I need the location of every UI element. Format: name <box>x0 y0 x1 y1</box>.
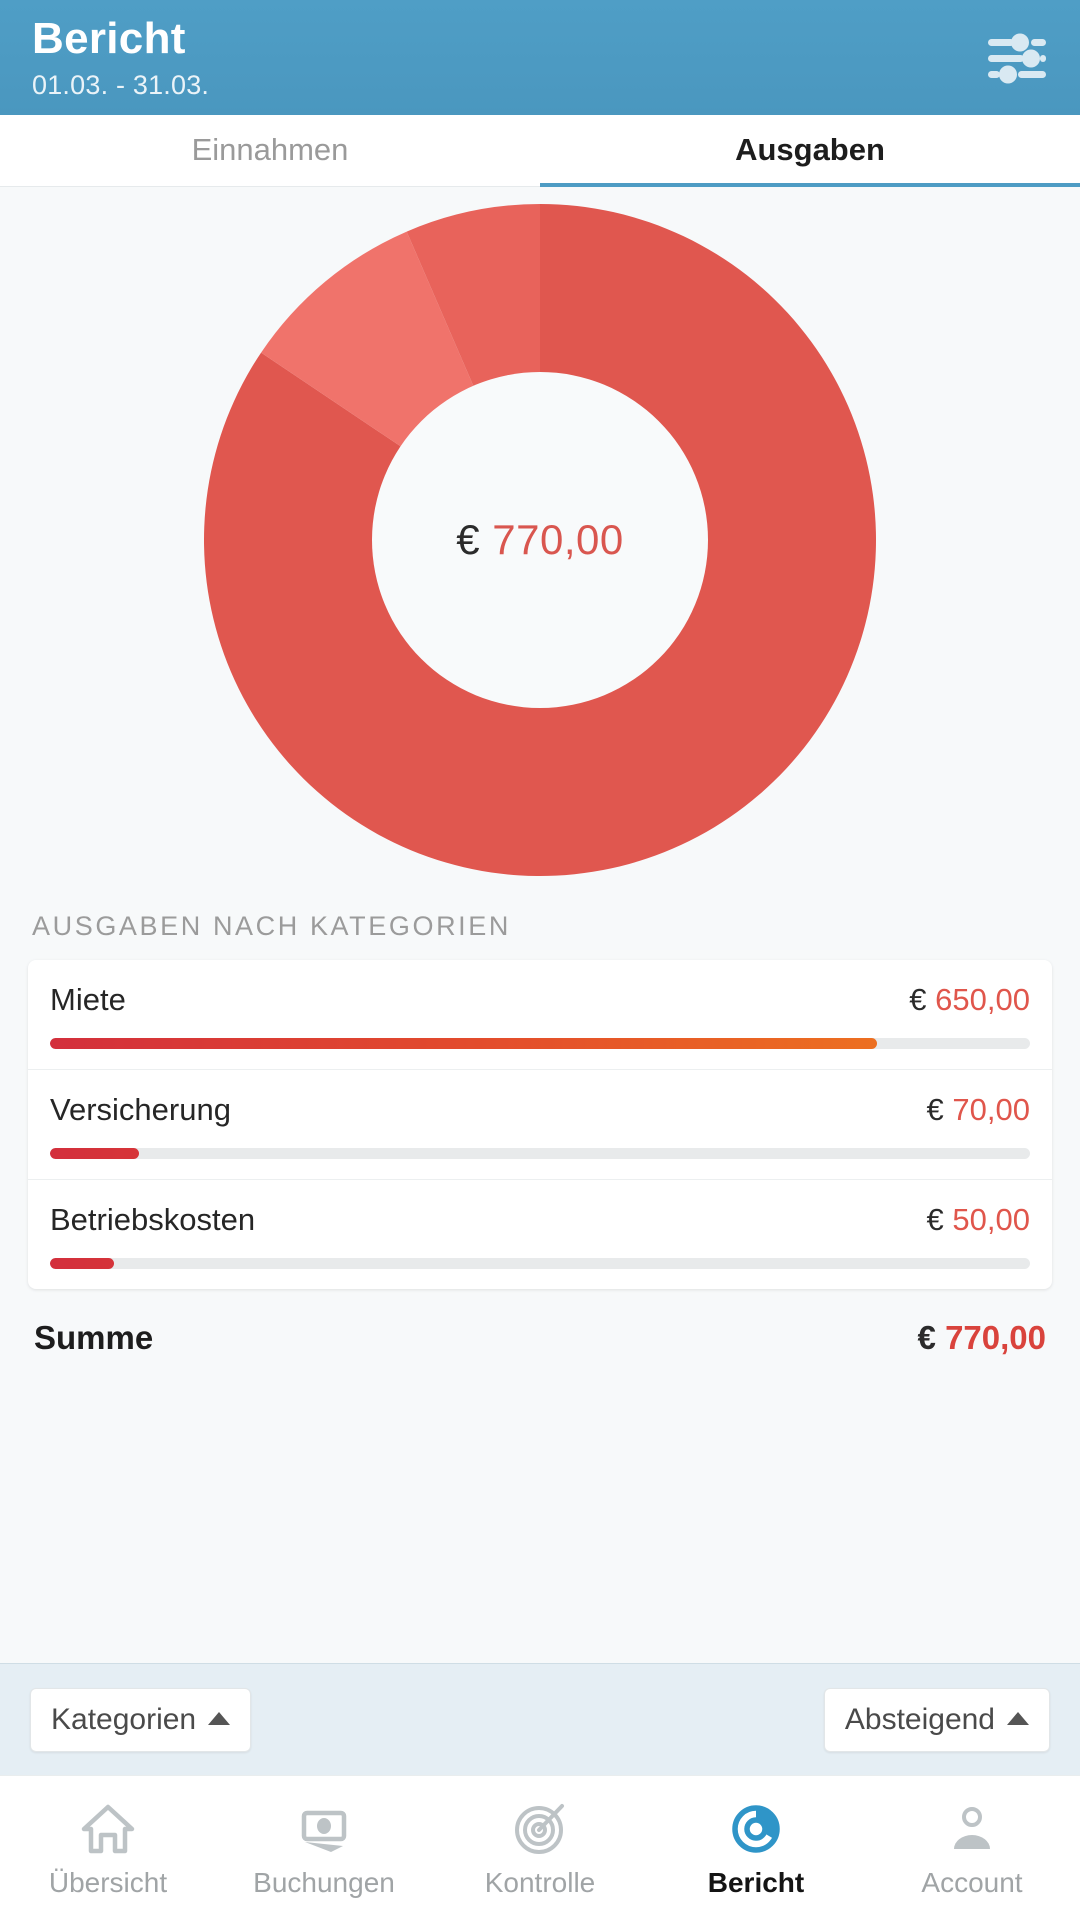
table-row[interactable]: Miete € 650,00 <box>28 960 1052 1069</box>
caret-up-icon <box>1007 1711 1029 1725</box>
nav-label-kontrolle: Kontrolle <box>484 1867 596 1898</box>
donut-svg <box>204 204 876 876</box>
table-row[interactable]: Versicherung € 70,00 <box>28 1069 1052 1179</box>
category-value: 650,00 <box>935 982 1030 1017</box>
nav-item-bericht[interactable]: Bericht <box>648 1797 864 1899</box>
sort-order-label: Absteigend <box>844 1702 995 1736</box>
category-progress-fill <box>50 1258 114 1269</box>
nav-label-bericht: Bericht <box>707 1867 805 1898</box>
category-name: Betriebskosten <box>50 1202 256 1237</box>
nav-item-kontrolle[interactable]: Kontrolle <box>432 1797 648 1899</box>
report-body: € 770,00 Ausgaben nach Kategorien Miete … <box>0 187 1080 1775</box>
group-by-label: Kategorien <box>51 1702 197 1736</box>
donut-hole <box>372 372 708 708</box>
tune-sliders-icon[interactable] <box>986 30 1048 88</box>
date-range-label: 01.03. - 31.03. <box>32 70 210 100</box>
total-value: 770,00 <box>945 1319 1046 1356</box>
category-name: Versicherung <box>50 1092 231 1127</box>
banknote-icon <box>296 1801 352 1857</box>
nav-label-account: Account <box>921 1867 1023 1898</box>
tab-einnahmen[interactable]: Einnahmen <box>0 115 540 186</box>
group-by-button[interactable]: Kategorien <box>30 1687 252 1752</box>
category-value: 50,00 <box>952 1202 1030 1237</box>
category-amount: € 70,00 <box>927 1092 1030 1128</box>
total-amount: € 770,00 <box>918 1319 1046 1357</box>
category-progress-track <box>50 1148 1030 1159</box>
category-name: Miete <box>50 982 126 1017</box>
table-row[interactable]: Betriebskosten € 50,00 <box>28 1179 1052 1289</box>
category-progress-fill <box>50 1148 140 1159</box>
caret-up-icon <box>208 1711 231 1725</box>
person-icon <box>944 1801 1000 1857</box>
category-amount: € 650,00 <box>909 982 1030 1018</box>
report-tabs: Einnahmen Ausgaben <box>0 115 1080 187</box>
total-row: Summe € 770,00 <box>0 1289 1080 1383</box>
tab-einnahmen-label: Einnahmen <box>191 131 349 167</box>
sort-order-button[interactable]: Absteigend <box>823 1687 1050 1752</box>
tab-ausgaben-label: Ausgaben <box>735 131 885 167</box>
donut-chart-icon <box>728 1801 784 1857</box>
category-value: 70,00 <box>952 1092 1030 1127</box>
category-currency: € <box>909 982 927 1017</box>
sort-toolbar: Kategorien Absteigend <box>0 1663 1080 1775</box>
category-row-header: Versicherung € 70,00 <box>50 1092 1030 1128</box>
app-header: Bericht 01.03. - 31.03. <box>0 0 1080 115</box>
category-row-header: Betriebskosten € 50,00 <box>50 1202 1030 1238</box>
expenses-donut-chart: € 770,00 <box>0 187 1080 887</box>
category-currency: € <box>926 1202 944 1237</box>
nav-label-uebersicht: Übersicht <box>48 1867 168 1898</box>
category-row-header: Miete € 650,00 <box>50 982 1030 1018</box>
section-heading: Ausgaben nach Kategorien <box>32 911 511 941</box>
total-label: Summe <box>34 1319 154 1356</box>
app-root: Bericht 01.03. - 31.03. Einnahmen Ausgab… <box>0 0 1080 1920</box>
donut-graphic: € 770,00 <box>204 204 876 876</box>
nav-item-account[interactable]: Account <box>864 1797 1080 1899</box>
nav-label-buchungen: Buchungen <box>253 1867 395 1898</box>
home-icon <box>80 1801 136 1857</box>
target-icon <box>512 1801 568 1857</box>
total-currency: € <box>917 1319 936 1356</box>
nav-item-buchungen[interactable]: Buchungen <box>216 1797 432 1899</box>
category-progress-track <box>50 1258 1030 1269</box>
category-list: Miete € 650,00 Versicherung € 70,00 Betr… <box>28 960 1052 1289</box>
category-progress-fill <box>50 1038 878 1049</box>
category-amount: € 50,00 <box>927 1202 1030 1238</box>
tab-ausgaben[interactable]: Ausgaben <box>540 115 1080 187</box>
nav-item-uebersicht[interactable]: Übersicht <box>0 1797 216 1899</box>
page-title: Bericht <box>32 14 186 63</box>
category-progress-track <box>50 1038 1030 1049</box>
bottom-navigation: Übersicht Buchungen Kontrolle Bericht Ac… <box>0 1775 1080 1920</box>
category-currency: € <box>926 1092 944 1127</box>
